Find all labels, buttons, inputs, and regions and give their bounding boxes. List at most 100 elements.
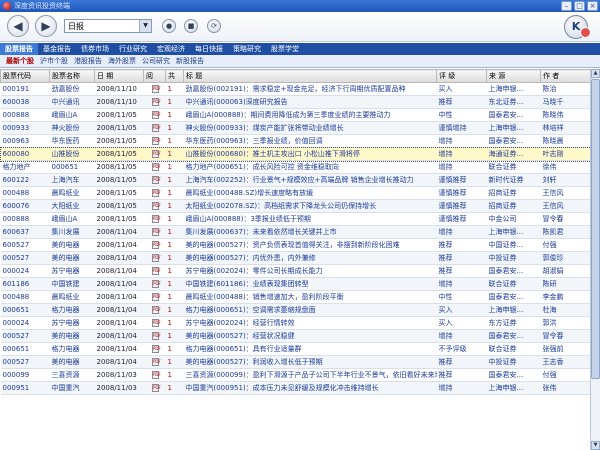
column-header[interactable]: 股票代码	[0, 69, 50, 83]
table-row[interactable]: 600080 山推股份 2008/11/05 PDF 1 山推股份(000680)：推土机…	[0, 146, 590, 162]
table-cell: 2008/11/10	[94, 82, 144, 96]
column-header[interactable]: 评 级	[436, 69, 487, 83]
document-icon[interactable]: PDF	[152, 150, 161, 158]
subtab-0[interactable]: 最新个股	[3, 55, 37, 68]
table-row[interactable]: 000024 苏宁电器 2008/11/04 PDF 1 苏宁电器(002024)：经营行…	[0, 316, 590, 330]
column-header[interactable]: 阅	[143, 69, 166, 83]
table-cell: 晨鸣纸业	[49, 290, 95, 304]
table-row[interactable]: 000933 神火股份 2008/11/05 PDF 1 神火股份(000933)：煤炭产…	[0, 121, 590, 135]
stop-button[interactable]: ■	[184, 19, 198, 33]
vertical-scrollbar[interactable]: ▲ ▼	[590, 69, 600, 450]
document-icon[interactable]: PDF	[152, 189, 161, 197]
read-cell: PDF	[143, 199, 166, 213]
tab-2[interactable]: 债券市场	[76, 43, 114, 55]
table-row[interactable]: 000191 劲嘉股份 2008/11/10 PDF 1 劲嘉股份(002191)：需求稳…	[0, 82, 590, 96]
document-icon[interactable]: PDF	[152, 254, 161, 262]
refresh-button[interactable]: ⟳	[207, 19, 221, 33]
column-header[interactable]: 作 者	[540, 69, 590, 83]
table-row[interactable]: 000488 晨鸣纸业 2008/11/05 PDF 1 晨鸣纸业(000488.SZ)增…	[0, 186, 590, 200]
table-row[interactable]: 000951 中国重汽 2008/11/03 PDF 1 中国重汽(000951)：成本压…	[0, 381, 590, 395]
table-cell: 中性	[436, 290, 487, 304]
document-icon[interactable]: PDF	[152, 215, 161, 223]
tab-1[interactable]: 基金报告	[38, 43, 76, 55]
scroll-thumb[interactable]	[591, 79, 600, 379]
subtab-5[interactable]: 新股报告	[173, 55, 207, 68]
period-select[interactable]: 日报 ▼	[64, 19, 152, 33]
go-button[interactable]: ●	[162, 19, 176, 33]
scroll-up-icon[interactable]: ▲	[591, 69, 600, 78]
table-cell: 集川发展(000637)：未来看依然增长关键并上市	[183, 225, 437, 239]
document-icon[interactable]: PDF	[152, 306, 161, 314]
table-row[interactable]: 000024 苏宁电器 2008/11/04 PDF 1 苏宁电器(002024)：零件公…	[0, 264, 590, 278]
subtab-1[interactable]: 沪市个股	[37, 55, 71, 68]
document-icon[interactable]: PDF	[152, 137, 161, 145]
document-icon[interactable]: PDF	[152, 293, 161, 301]
document-icon[interactable]: PDF	[152, 358, 161, 366]
table-row[interactable]: 600076 大阳纸业 2008/11/05 PDF 1 太阳纸业(002078.SZ)：…	[0, 199, 590, 213]
document-icon[interactable]: PDF	[152, 111, 161, 119]
column-header[interactable]: 日 期	[94, 69, 144, 83]
table-cell: 中兴通讯(000063)深度研究报告	[183, 95, 437, 109]
table-cell: 华东医药(000963)：三季报业绩，价值回调	[183, 134, 437, 148]
document-icon[interactable]: PDF	[152, 371, 161, 379]
table-row[interactable]: 000527 美的电器 2008/11/04 PDF 1 美的电器(000527)：利润收…	[0, 355, 590, 369]
table-row[interactable]: 600637 集川发展 2008/11/04 PDF 1 集川发展(000637)：未来看…	[0, 225, 590, 239]
document-icon[interactable]: PDF	[152, 384, 161, 392]
document-icon[interactable]: PDF	[152, 98, 161, 106]
document-icon[interactable]: PDF	[152, 85, 161, 93]
close-icon[interactable]: ×	[587, 1, 598, 11]
document-icon[interactable]: PDF	[152, 176, 161, 184]
table-cell: 2008/11/04	[94, 290, 144, 304]
table-row[interactable]: 600122 上海汽车 2008/11/05 PDF 1 上海汽车(002252)：行业景…	[0, 173, 590, 187]
scroll-down-icon[interactable]: ▼	[591, 441, 600, 450]
column-header[interactable]: 股票名称	[49, 69, 95, 83]
table-cell: 陈治	[540, 82, 590, 96]
document-icon[interactable]: PDF	[152, 345, 161, 353]
chevron-down-icon[interactable]: ▼	[139, 20, 151, 32]
minimize-icon[interactable]: –	[561, 1, 572, 11]
document-icon[interactable]: PDF	[152, 124, 161, 132]
column-header[interactable]: 标 题	[183, 69, 437, 83]
table-row[interactable]: 000099 三喜资源 2008/11/03 PDF 1 三喜资源(000099)：盈利下…	[0, 368, 590, 382]
table-row[interactable]: 600527 美的电器 2008/11/04 PDF 1 美的电器(000527)：资产负…	[0, 238, 590, 252]
table-row[interactable]: 格力地产 000651 2008/11/05 PDF 1 格力地产(000651)：成长风…	[0, 160, 590, 174]
table-row[interactable]: 000651 格力电器 2008/11/04 PDF 1 格力电器(000651)：具有行…	[0, 342, 590, 356]
table-row[interactable]: 000488 晨鸣纸业 2008/11/04 PDF 1 晨鸣纸业(000488)：销售增…	[0, 290, 590, 304]
tab-7[interactable]: 股票学堂	[266, 43, 304, 55]
table-row[interactable]: 601186 中国铁建 2008/11/04 PDF 1 中国铁建(601186)：业绩表…	[0, 277, 590, 291]
table-row[interactable]: 000963 华东医药 2008/11/05 PDF 1 华东医药(000963)：三季报…	[0, 134, 590, 148]
forward-button[interactable]: ▶	[35, 15, 57, 37]
table-cell: 峨眉山A(000888)：期间费用降低成为第三季度业绩的主要推动力	[183, 108, 437, 122]
document-icon[interactable]: PDF	[152, 228, 161, 236]
back-button[interactable]: ◀	[7, 15, 29, 37]
table-row[interactable]: 600038 中兴通讯 2008/11/10 PDF 1 中兴通讯(000063)深度研究…	[0, 95, 590, 109]
document-icon[interactable]: PDF	[152, 332, 161, 340]
table-row[interactable]: 000888 峨眉山A 2008/11/05 PDF 1 峨眉山A(000888)：期间费…	[0, 108, 590, 122]
tab-4[interactable]: 宏观经济	[152, 43, 190, 55]
column-header[interactable]: 共	[165, 69, 184, 83]
document-icon[interactable]: PDF	[152, 202, 161, 210]
column-header[interactable]: 来 源	[486, 69, 541, 83]
table-row[interactable]: 000651 格力电器 2008/11/04 PDF 1 格力电器(000651)：空调需…	[0, 303, 590, 317]
table-cell: 上海申银...	[486, 82, 541, 96]
document-icon[interactable]: PDF	[152, 241, 161, 249]
document-icon[interactable]: PDF	[152, 280, 161, 288]
table-row[interactable]: 000527 美的电器 2008/11/04 PDF 1 美的电器(000527)：内优外…	[0, 251, 590, 265]
tab-6[interactable]: 策略研究	[228, 43, 266, 55]
tab-3[interactable]: 行业研究	[114, 43, 152, 55]
subtab-3[interactable]: 海外股票	[105, 55, 139, 68]
document-icon[interactable]: PDF	[152, 163, 161, 171]
table-cell: 2008/11/05	[94, 147, 144, 161]
document-icon[interactable]: PDF	[152, 319, 161, 327]
table-cell: 峨眉山A	[49, 108, 95, 122]
maximize-icon[interactable]: □	[574, 1, 585, 11]
document-icon[interactable]: PDF	[152, 267, 161, 275]
table-cell: 张伟	[540, 381, 590, 395]
subtab-2[interactable]: 港股报告	[71, 55, 105, 68]
table-row[interactable]: 000888 峨眉山A 2008/11/05 PDF 1 峨眉山A(000888)：3季报…	[0, 212, 590, 226]
tab-5[interactable]: 每日快报	[190, 43, 228, 55]
table-cell: 000651	[49, 160, 95, 174]
subtab-4[interactable]: 公司研究	[139, 55, 173, 68]
tab-0[interactable]: 股票报告	[0, 43, 38, 55]
table-row[interactable]: 000527 美的电器 2008/11/04 PDF 1 美的电器(000527)：经营状…	[0, 329, 590, 343]
